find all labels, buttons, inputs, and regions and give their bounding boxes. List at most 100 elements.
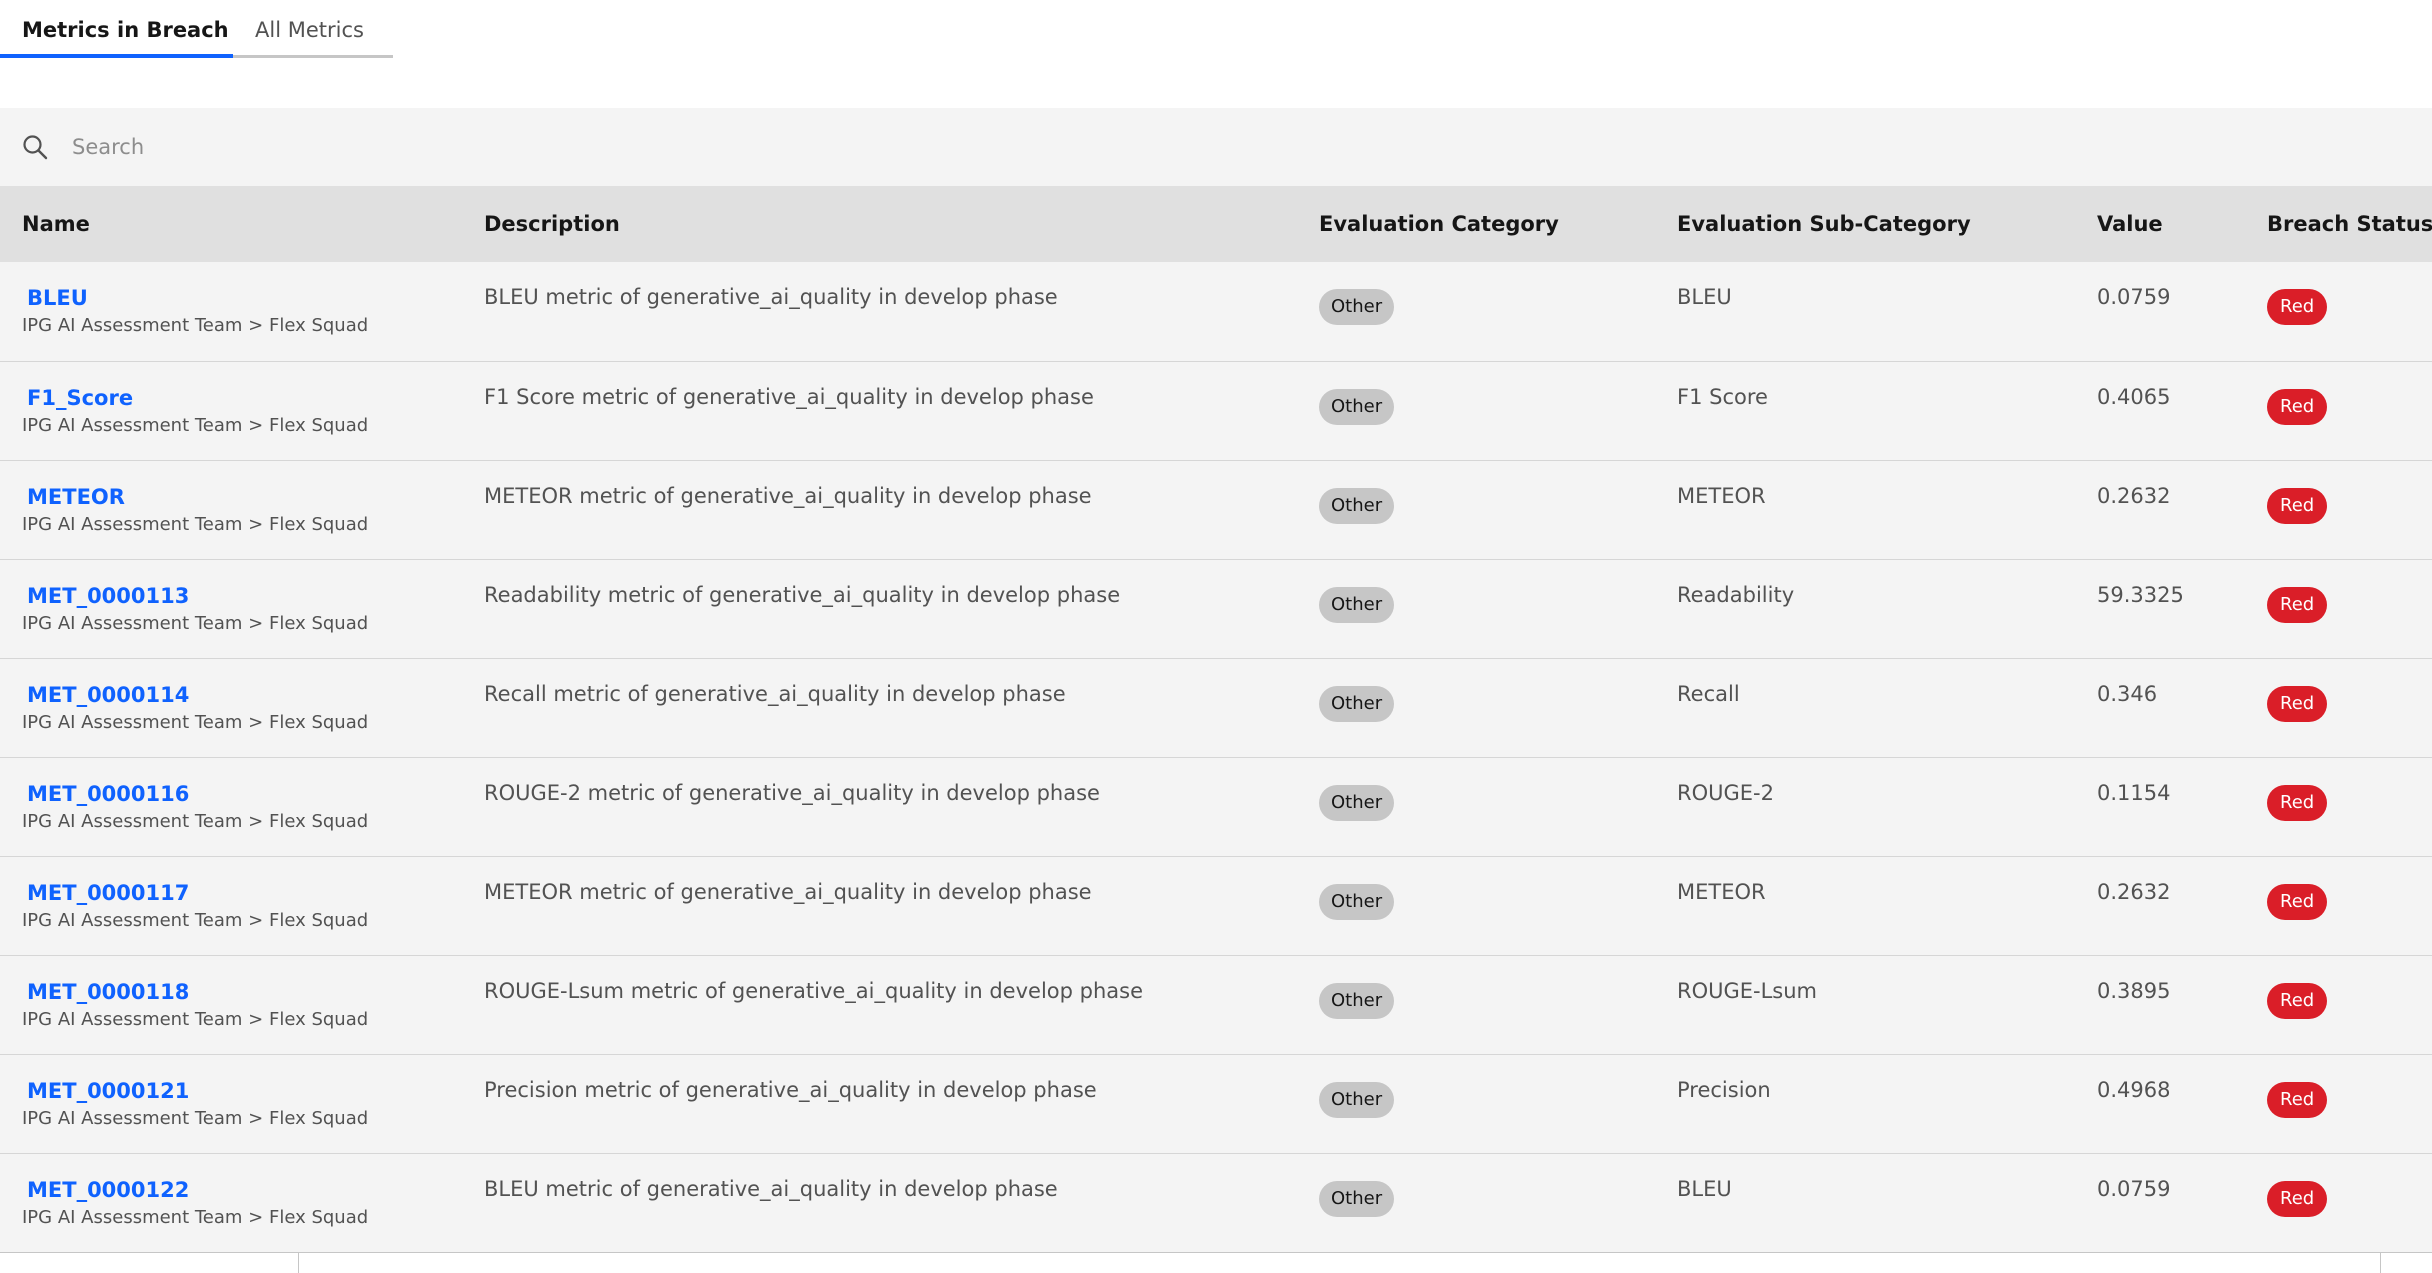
metric-owner: IPG AI Assessment Team > Flex Squad <box>22 513 369 535</box>
value-cell: 59.3325 <box>2097 582 2184 607</box>
metric-name-link[interactable]: MET_0000114 <box>27 681 462 709</box>
category-cell: Other <box>1297 1054 1655 1153</box>
table-header-row: Name Description Evaluation Category Eva… <box>0 186 2432 262</box>
category-tag: Other <box>1319 883 1395 920</box>
name-cell: MET_0000122 IPG AI Assessment Team > Fle… <box>0 1153 462 1252</box>
name-cell: BLEU IPG AI Assessment Team > Flex Squad <box>0 262 462 361</box>
subcategory-cell: Recall <box>1677 681 1740 706</box>
description-cell: ROUGE-Lsum metric of generative_ai_quali… <box>484 978 1143 1003</box>
name-cell: MET_0000121 IPG AI Assessment Team > Fle… <box>0 1054 462 1153</box>
category-tag: Other <box>1319 289 1395 325</box>
breach-status-badge: Red <box>2267 982 2328 1019</box>
search-icon <box>23 135 48 160</box>
category-cell: Other <box>1297 262 1655 361</box>
subcategory-cell: Readability <box>1677 582 1795 607</box>
column-header-evaluation-category[interactable]: Evaluation Category <box>1297 186 1655 262</box>
category-tag: Other <box>1319 487 1395 524</box>
metric-name-link[interactable]: METEOR <box>27 483 462 511</box>
breach-status-badge: Red <box>2267 1081 2328 1118</box>
category-tag: Other <box>1319 685 1395 722</box>
description-cell: BLEU metric of generative_ai_quality in … <box>484 1176 1058 1201</box>
breach-status-cell: Red <box>2245 856 2432 955</box>
name-cell: MET_0000118 IPG AI Assessment Team > Fle… <box>0 955 462 1054</box>
category-cell: Other <box>1297 856 1655 955</box>
category-cell: Other <box>1297 361 1655 460</box>
category-cell: Other <box>1297 658 1655 757</box>
breach-status-badge: Red <box>2267 388 2328 425</box>
metric-name-link[interactable]: MET_0000113 <box>27 582 462 610</box>
category-tag: Other <box>1319 1081 1395 1118</box>
metric-name-link[interactable]: MET_0000118 <box>27 978 462 1006</box>
column-header-breach-status[interactable]: Breach Status <box>2245 186 2432 262</box>
metric-owner: IPG AI Assessment Team > Flex Squad <box>22 1107 369 1129</box>
column-header-evaluation-sub-category[interactable]: Evaluation Sub-Category <box>1655 186 2075 262</box>
breach-status-badge: Red <box>2267 784 2328 821</box>
pagination-divider <box>2380 1253 2381 1273</box>
tab-list: Metrics in Breach All Metrics <box>0 0 393 58</box>
table-row: F1_Score IPG AI Assessment Team > Flex S… <box>0 361 2432 460</box>
category-cell: Other <box>1297 955 1655 1054</box>
table-row: MET_0000117 IPG AI Assessment Team > Fle… <box>0 856 2432 955</box>
description-cell: F1 Score metric of generative_ai_quality… <box>484 384 1094 409</box>
table-row: MET_0000121 IPG AI Assessment Team > Fle… <box>0 1054 2432 1153</box>
category-tag: Other <box>1319 388 1395 425</box>
category-cell: Other <box>1297 559 1655 658</box>
description-cell: ROUGE-2 metric of generative_ai_quality … <box>484 780 1100 805</box>
tab-all-metrics[interactable]: All Metrics <box>233 0 393 58</box>
breach-status-cell: Red <box>2245 658 2432 757</box>
category-cell: Other <box>1297 460 1655 559</box>
category-cell: Other <box>1297 757 1655 856</box>
breach-status-cell: Red <box>2245 955 2432 1054</box>
subcategory-cell: ROUGE-2 <box>1677 780 1774 805</box>
metric-name-link[interactable]: F1_Score <box>27 384 462 412</box>
value-cell: 0.2632 <box>2097 483 2171 508</box>
description-cell: Precision metric of generative_ai_qualit… <box>484 1077 1097 1102</box>
search-input[interactable] <box>72 126 1272 168</box>
table-row: MET_0000118 IPG AI Assessment Team > Fle… <box>0 955 2432 1054</box>
value-cell: 0.2632 <box>2097 879 2171 904</box>
value-cell: 0.346 <box>2097 681 2158 706</box>
metric-name-link[interactable]: MET_0000116 <box>27 780 462 808</box>
column-header-description[interactable]: Description <box>462 186 1297 262</box>
category-cell: Other <box>1297 1153 1655 1252</box>
metric-name-link[interactable]: BLEU <box>27 284 462 312</box>
subcategory-cell: BLEU <box>1677 285 1732 309</box>
breach-status-cell: Red <box>2245 460 2432 559</box>
breach-status-cell: Red <box>2245 1054 2432 1153</box>
name-cell: MET_0000116 IPG AI Assessment Team > Fle… <box>0 757 462 856</box>
breach-status-cell: Red <box>2245 361 2432 460</box>
breach-status-badge: Red <box>2267 883 2328 920</box>
metric-owner: IPG AI Assessment Team > Flex Squad <box>22 315 369 336</box>
table-row: MET_0000114 IPG AI Assessment Team > Fle… <box>0 658 2432 757</box>
metric-name-link[interactable]: MET_0000117 <box>27 879 462 907</box>
metric-owner: IPG AI Assessment Team > Flex Squad <box>22 909 369 931</box>
breach-status-badge: Red <box>2267 1180 2328 1217</box>
column-header-name[interactable]: Name <box>0 186 462 262</box>
metric-owner: IPG AI Assessment Team > Flex Squad <box>22 1206 369 1228</box>
breach-status-cell: Red <box>2245 1153 2432 1252</box>
metrics-table: Name Description Evaluation Category Eva… <box>0 186 2432 1253</box>
name-cell: F1_Score IPG AI Assessment Team > Flex S… <box>0 361 462 460</box>
value-cell: 0.0759 <box>2097 1176 2171 1201</box>
value-cell: 0.0759 <box>2097 285 2171 309</box>
value-cell: 0.1154 <box>2097 780 2171 805</box>
category-tag: Other <box>1319 784 1395 821</box>
column-header-value[interactable]: Value <box>2075 186 2245 262</box>
name-cell: MET_0000114 IPG AI Assessment Team > Fle… <box>0 658 462 757</box>
table-row: MET_0000113 IPG AI Assessment Team > Fle… <box>0 559 2432 658</box>
metric-name-link[interactable]: MET_0000121 <box>27 1077 462 1105</box>
value-cell: 0.4968 <box>2097 1077 2171 1102</box>
table-row: BLEU IPG AI Assessment Team > Flex Squad… <box>0 262 2432 361</box>
breach-status-cell: Red <box>2245 262 2432 361</box>
name-cell: MET_0000117 IPG AI Assessment Team > Fle… <box>0 856 462 955</box>
table-row: MET_0000122 IPG AI Assessment Team > Fle… <box>0 1153 2432 1252</box>
description-cell: METEOR metric of generative_ai_quality i… <box>484 483 1092 508</box>
tab-metrics-in-breach[interactable]: Metrics in Breach <box>0 0 233 58</box>
category-tag: Other <box>1319 982 1395 1019</box>
table-body: BLEU IPG AI Assessment Team > Flex Squad… <box>0 262 2432 1252</box>
description-cell: BLEU metric of generative_ai_quality in … <box>484 285 1058 309</box>
name-cell: METEOR IPG AI Assessment Team > Flex Squ… <box>0 460 462 559</box>
subcategory-cell: METEOR <box>1677 879 1766 904</box>
table-row: MET_0000116 IPG AI Assessment Team > Fle… <box>0 757 2432 856</box>
metric-name-link[interactable]: MET_0000122 <box>27 1176 462 1204</box>
